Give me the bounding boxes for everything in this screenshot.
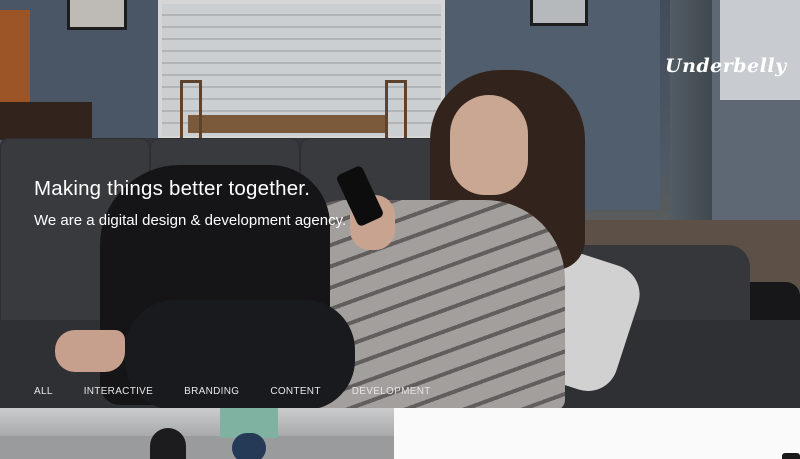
hero-subline: We are a digital design & development ag…	[34, 212, 347, 229]
tile-image-person	[232, 433, 266, 459]
tile-image-person	[150, 428, 186, 459]
hero-headline: Making things better together.	[34, 177, 311, 200]
filter-content[interactable]: CONTENT	[270, 386, 320, 400]
filter-development[interactable]: DEVELOPMENT	[352, 386, 431, 400]
project-tile[interactable]	[0, 408, 394, 459]
site-logo[interactable]: Underbelly	[665, 55, 787, 77]
filter-branding[interactable]: BRANDING	[184, 386, 239, 400]
project-tile[interactable]	[394, 408, 800, 459]
portfolio-filter-nav: ALL INTERACTIVE BRANDING CONTENT DEVELOP…	[34, 386, 462, 400]
filter-interactive[interactable]: INTERACTIVE	[84, 386, 153, 400]
tile-image-detail	[782, 453, 800, 459]
filter-all[interactable]: ALL	[34, 386, 53, 400]
tile-image-couch	[0, 436, 394, 459]
